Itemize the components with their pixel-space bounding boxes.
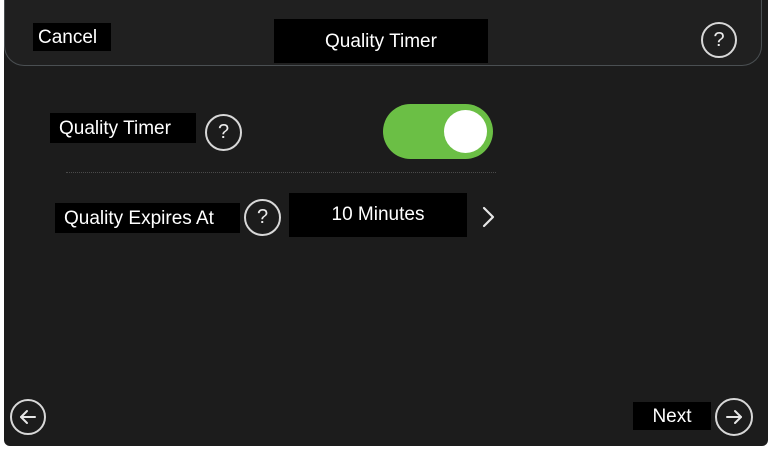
- quality-timer-screen: Cancel Quality Timer ? Quality Timer ? Q…: [4, 0, 768, 446]
- question-mark-glyph: ?: [217, 121, 230, 143]
- arrow-left-icon: [20, 410, 36, 424]
- quality-timer-label: Quality Timer: [50, 113, 196, 143]
- quality-timer-toggle[interactable]: [383, 104, 493, 159]
- row-divider: [66, 172, 496, 173]
- chevron-right-icon[interactable]: [476, 202, 500, 232]
- next-button[interactable]: [715, 398, 753, 436]
- page-title: Quality Timer: [274, 19, 488, 63]
- question-mark-glyph: ?: [256, 206, 269, 228]
- next-label[interactable]: Next: [633, 402, 711, 430]
- quality-timer-help-icon[interactable]: ?: [205, 114, 242, 151]
- expires-at-value-selector[interactable]: 10 Minutes: [289, 193, 467, 237]
- toggle-knob: [444, 110, 487, 153]
- quality-expires-at-label: Quality Expires At: [55, 203, 240, 233]
- arrow-right-icon: [726, 410, 742, 424]
- question-mark-glyph: ?: [713, 28, 725, 51]
- quality-expires-help-icon[interactable]: ?: [244, 199, 281, 236]
- cancel-button[interactable]: Cancel: [33, 23, 111, 51]
- help-icon[interactable]: ?: [701, 22, 737, 58]
- back-button[interactable]: [10, 399, 46, 435]
